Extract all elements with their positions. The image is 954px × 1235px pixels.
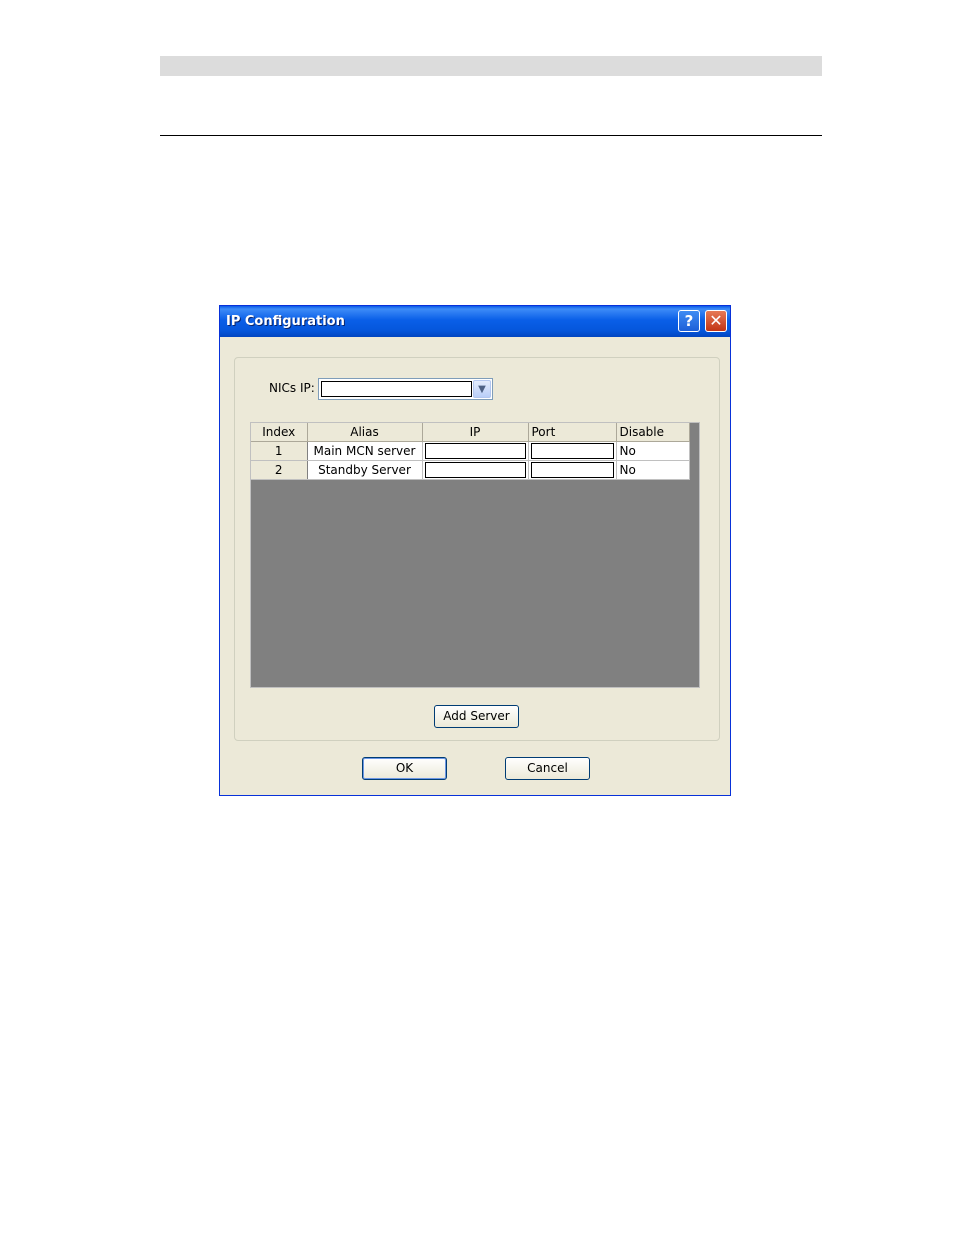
ip-input[interactable] [424, 443, 526, 459]
row-index: 2 [251, 460, 308, 480]
alias-cell[interactable]: Main MCN server [307, 441, 423, 461]
ip-cell[interactable] [422, 441, 529, 461]
ip-input[interactable] [424, 462, 526, 478]
nics-ip-label: NICs IP: [269, 381, 315, 395]
column-header-index[interactable]: Index [251, 423, 308, 442]
dialog-titlebar[interactable]: IP Configuration ? ✕ [220, 306, 730, 337]
server-grid[interactable]: Index Alias IP Port Disable 1 Main MCN s… [250, 422, 700, 688]
table-row[interactable]: 2 Standby Server No [251, 460, 690, 480]
add-server-button[interactable]: Add Server [434, 705, 519, 728]
chevron-down-icon[interactable]: ▼ [473, 380, 491, 398]
ip-cell[interactable] [422, 460, 529, 480]
page-divider [160, 135, 822, 136]
column-header-ip[interactable]: IP [422, 423, 529, 442]
ip-configuration-dialog: IP Configuration ? ✕ NICs IP: ▼ Index Al… [219, 305, 731, 796]
port-input[interactable] [530, 443, 614, 459]
column-header-disable[interactable]: Disable [616, 423, 690, 442]
disable-cell[interactable]: No [616, 460, 690, 480]
server-table: Index Alias IP Port Disable 1 Main MCN s… [251, 423, 690, 480]
help-icon[interactable]: ? [678, 310, 700, 332]
port-input[interactable] [530, 462, 614, 478]
nics-ip-value[interactable] [321, 381, 472, 397]
port-cell[interactable] [528, 441, 617, 461]
table-row[interactable]: 1 Main MCN server No [251, 441, 690, 461]
column-header-port[interactable]: Port [528, 423, 617, 442]
alias-cell[interactable]: Standby Server [307, 460, 423, 480]
disable-cell[interactable]: No [616, 441, 690, 461]
cancel-button[interactable]: Cancel [505, 757, 590, 780]
dialog-title: IP Configuration [226, 314, 345, 329]
grid-header-row: Index Alias IP Port Disable [251, 423, 690, 442]
ok-button[interactable]: OK [362, 757, 447, 780]
close-icon[interactable]: ✕ [705, 310, 727, 332]
row-index: 1 [251, 441, 308, 461]
nics-ip-combobox[interactable]: ▼ [318, 378, 493, 400]
port-cell[interactable] [528, 460, 617, 480]
column-header-alias[interactable]: Alias [307, 423, 423, 442]
page-header-bar [160, 56, 822, 76]
